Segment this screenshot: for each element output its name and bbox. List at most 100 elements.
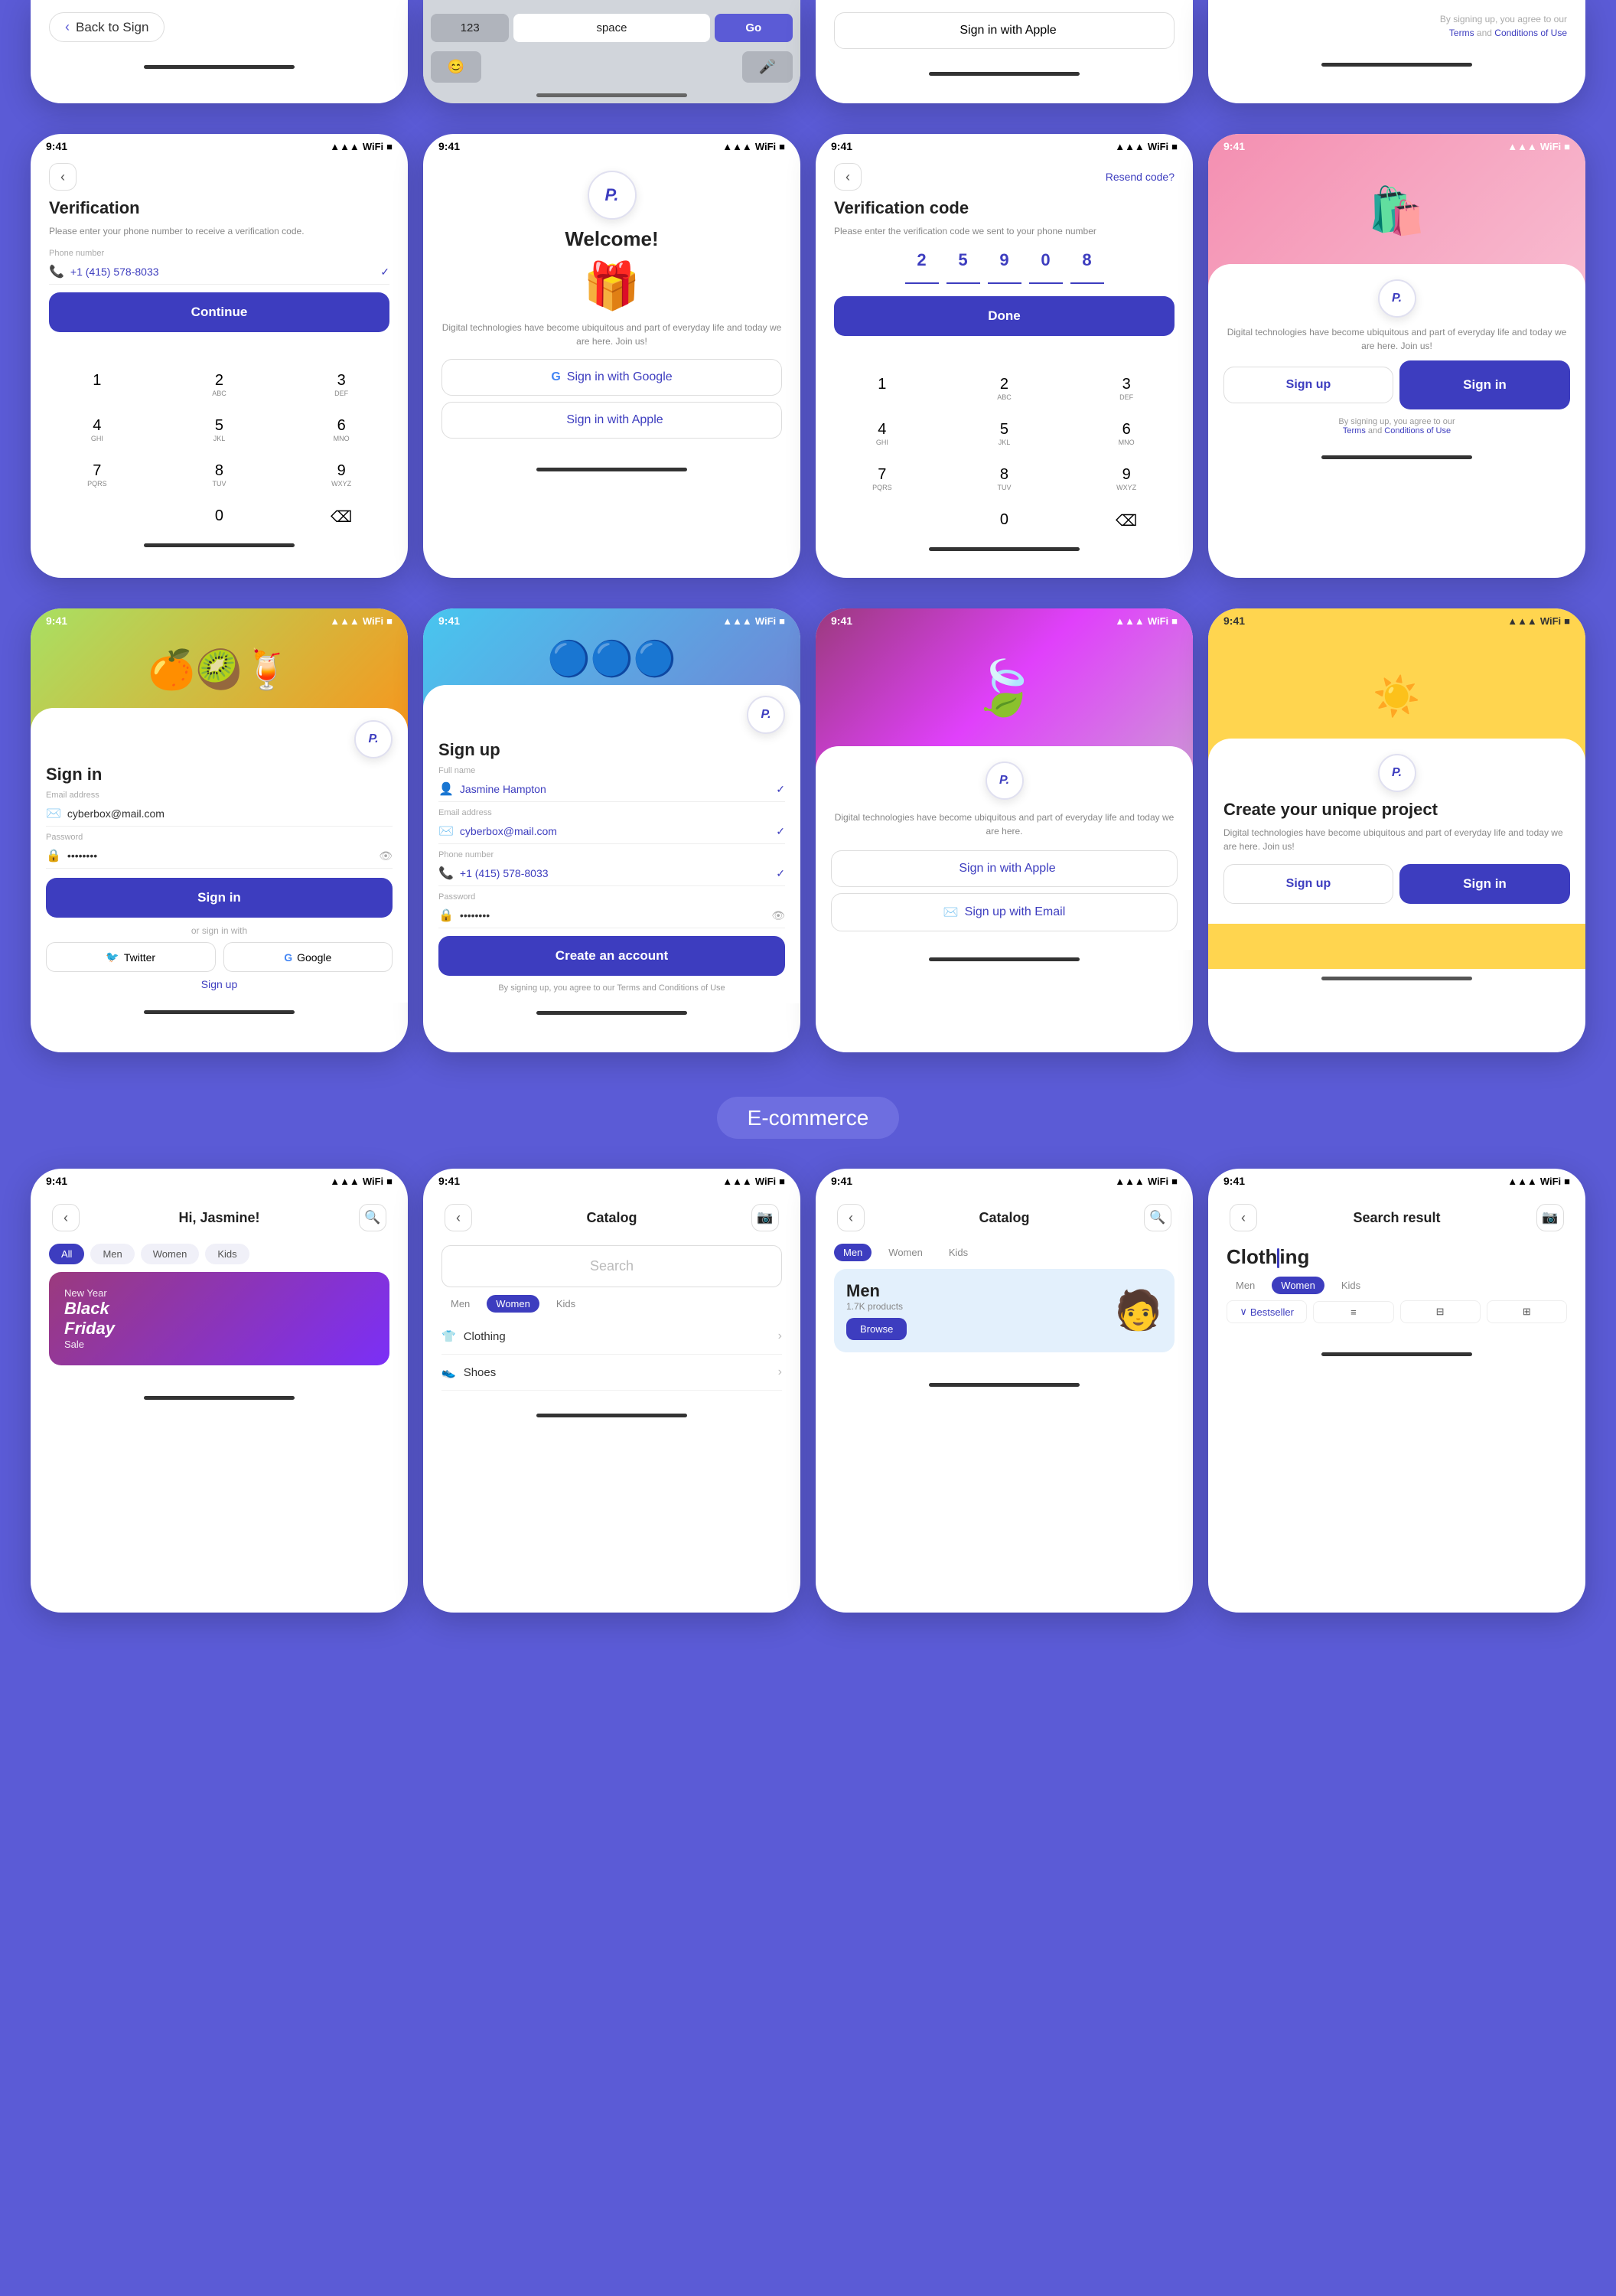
wifi-icon: WiFi <box>1148 141 1168 152</box>
key-0[interactable]: 0 <box>944 502 1065 540</box>
cat-kids[interactable]: Kids <box>547 1295 585 1313</box>
key-go[interactable]: Go <box>715 14 793 42</box>
tag-all[interactable]: All <box>49 1244 84 1264</box>
camera-icon-btn[interactable]: 📷 <box>751 1204 779 1231</box>
key-6[interactable]: 6MNO <box>1066 412 1187 455</box>
status-bar-area: 9:41 ▲▲▲WiFi■ <box>816 608 1193 630</box>
back-button[interactable]: ‹ <box>837 1204 865 1231</box>
resend-code[interactable]: Resend code? <box>1106 171 1175 183</box>
twitter-btn[interactable]: 🐦 Twitter <box>46 942 216 972</box>
catalog-item-shoes[interactable]: 👟 Shoes › <box>441 1355 782 1391</box>
key-9[interactable]: 9WXYZ <box>1066 457 1187 501</box>
key-4[interactable]: 4GHI <box>37 408 158 452</box>
search-bar[interactable]: Search <box>441 1245 782 1287</box>
camera-icon-btn[interactable]: 📷 <box>1536 1204 1564 1231</box>
person-icon: 👤 <box>438 781 454 797</box>
filter-bars-btn[interactable]: ≡ <box>1313 1301 1393 1323</box>
cat-men[interactable]: Men <box>1227 1277 1264 1294</box>
eye-icon[interactable]: 👁 <box>379 850 393 863</box>
cat-women[interactable]: Women <box>487 1295 539 1313</box>
back-button[interactable]: ‹ <box>49 163 77 191</box>
search-icon-btn[interactable]: 🔍 <box>1144 1204 1171 1231</box>
key-4[interactable]: 4GHI <box>822 412 943 455</box>
cat-women[interactable]: Women <box>879 1244 932 1261</box>
otp-1[interactable]: 2 <box>905 250 939 284</box>
key-3[interactable]: 3DEF <box>1066 367 1187 410</box>
key-0[interactable]: 0 <box>159 498 280 536</box>
key-8[interactable]: 8TUV <box>944 457 1065 501</box>
key-delete[interactable]: ⌫ <box>1066 502 1187 540</box>
eye-icon[interactable]: 👁 <box>771 909 785 922</box>
otp-3[interactable]: 9 <box>988 250 1021 284</box>
key-7[interactable]: 7PQRS <box>37 453 158 497</box>
welcome-subtitle: Digital technologies have become ubiquit… <box>441 321 782 348</box>
catalog-item-clothing[interactable]: 👕 Clothing › <box>441 1319 782 1355</box>
tag-kids[interactable]: Kids <box>205 1244 249 1264</box>
sign-in-apple-btn[interactable]: Sign in with Apple <box>834 12 1175 49</box>
signin-btn[interactable]: Sign in <box>46 878 393 918</box>
tag-women[interactable]: Women <box>141 1244 200 1264</box>
signup-btn[interactable]: Sign up <box>1223 367 1393 403</box>
key-3[interactable]: 3DEF <box>281 363 402 406</box>
verification-code-title: Verification code <box>834 198 1175 218</box>
wifi-icon: WiFi <box>363 141 383 152</box>
logo: P. <box>747 696 785 734</box>
sign-in-google-btn[interactable]: G Sign in with Google <box>441 359 782 396</box>
phone-create-project: 9:41 ▲▲▲WiFi■ ☀️ P. Create your unique p… <box>1208 608 1585 1052</box>
otp-5[interactable]: 8 <box>1070 250 1104 284</box>
sign-up-email-btn[interactable]: ✉️ Sign up with Email <box>831 893 1178 931</box>
phone-partial-terms: By signing up, you agree to our Terms an… <box>1208 0 1585 103</box>
key-emoji[interactable]: 😊 <box>431 51 481 83</box>
key-9[interactable]: 9WXYZ <box>281 453 402 497</box>
google-btn[interactable]: G Google <box>223 942 393 972</box>
grid-view-btn[interactable]: ⊞ <box>1487 1300 1567 1323</box>
signup-link[interactable]: Sign up <box>46 978 393 990</box>
sign-in-apple-btn[interactable]: Sign in with Apple <box>441 402 782 439</box>
chevron-down-icon: ∨ <box>1240 1306 1247 1318</box>
cat-kids[interactable]: Kids <box>940 1244 977 1261</box>
back-button[interactable]: ‹ <box>445 1204 472 1231</box>
browse-btn[interactable]: Browse <box>846 1318 907 1340</box>
signin-btn[interactable]: Sign in <box>1399 360 1570 409</box>
key-space[interactable]: space <box>513 14 709 42</box>
key-8[interactable]: 8TUV <box>159 453 280 497</box>
done-btn[interactable]: Done <box>834 296 1175 336</box>
otp-4[interactable]: 0 <box>1029 250 1063 284</box>
key-2[interactable]: 2ABC <box>159 363 280 406</box>
search-icon-btn[interactable]: 🔍 <box>359 1204 386 1231</box>
key-5[interactable]: 5JKL <box>944 412 1065 455</box>
key-6[interactable]: 6MNO <box>281 408 402 452</box>
back-button[interactable]: ‹ <box>52 1204 80 1231</box>
key-1[interactable]: 1 <box>822 367 943 410</box>
key-2[interactable]: 2ABC <box>944 367 1065 410</box>
key-123[interactable]: 123 <box>431 14 509 42</box>
key-7[interactable]: 7PQRS <box>822 457 943 501</box>
back-button[interactable]: ‹ <box>1230 1204 1257 1231</box>
cat-women[interactable]: Women <box>1272 1277 1324 1294</box>
key-5[interactable]: 5JKL <box>159 408 280 452</box>
email-value: cyberbox@mail.com <box>67 807 393 820</box>
signup-btn[interactable]: Sign up <box>1223 864 1393 904</box>
signin-btn[interactable]: Sign in <box>1399 864 1570 904</box>
tag-men[interactable]: Men <box>90 1244 134 1264</box>
sign-in-apple-btn[interactable]: Sign in with Apple <box>831 850 1178 887</box>
key-mic[interactable]: 🎤 <box>742 51 793 83</box>
cat-men[interactable]: Men <box>834 1244 872 1261</box>
key-delete[interactable]: ⌫ <box>281 498 402 536</box>
back-button[interactable]: ‹ <box>834 163 862 191</box>
create-account-btn[interactable]: Create an account <box>438 936 785 976</box>
phone-value: +1 (415) 578-8033 <box>70 266 374 278</box>
cat-men[interactable]: Men <box>441 1295 479 1313</box>
men-banner: Men 1.7K products Browse 🧑 <box>834 1269 1175 1352</box>
key-1[interactable]: 1 <box>37 363 158 406</box>
continue-btn[interactable]: Continue <box>49 292 389 332</box>
filter-sliders-btn[interactable]: ⊟ <box>1400 1300 1481 1323</box>
cat-kids[interactable]: Kids <box>1332 1277 1370 1294</box>
otp-2[interactable]: 5 <box>946 250 980 284</box>
battery-icon: ■ <box>779 141 785 152</box>
phone-value: +1 (415) 578-8033 <box>460 867 770 879</box>
back-to-sign-btn[interactable]: ‹ Back to Sign <box>49 12 165 42</box>
bestseller-dropdown[interactable]: ∨ Bestseller <box>1227 1300 1307 1323</box>
logo: P. <box>1378 754 1416 792</box>
chevron-left-icon: ‹ <box>65 19 70 35</box>
